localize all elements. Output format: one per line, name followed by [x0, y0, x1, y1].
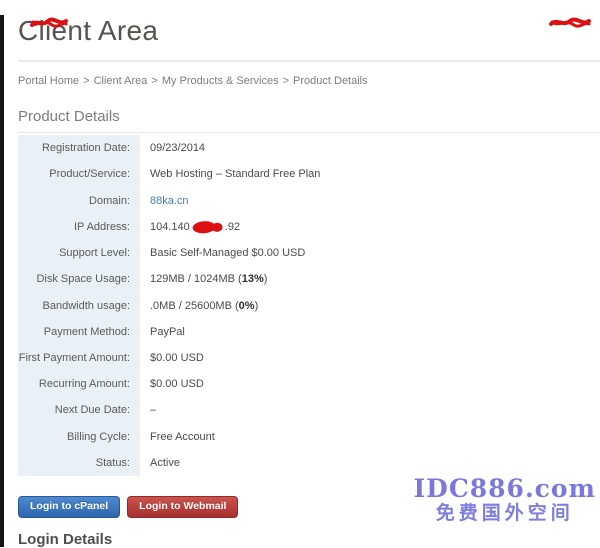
breadcrumb-separator: > [283, 75, 289, 87]
table-row-next-due-date: Next Due Date: – [18, 397, 420, 423]
disk-usage-percent: 13% [242, 273, 264, 285]
table-row-product-service: Product/Service: Web Hosting – Standard … [18, 161, 420, 187]
row-value: $0.00 USD [140, 345, 204, 371]
row-label: Disk Space Usage: [18, 266, 140, 292]
section-title-login-details: Login Details [18, 531, 600, 548]
row-value: $0.00 USD [140, 371, 204, 397]
row-label: First Payment Amount: [18, 345, 140, 371]
row-label: Payment Method: [18, 319, 140, 345]
row-value: Web Hosting – Standard Free Plan [140, 161, 320, 187]
login-webmail-button[interactable]: Login to Webmail [127, 496, 238, 518]
breadcrumb-separator: > [83, 75, 89, 87]
table-row-recurring-amount: Recurring Amount: $0.00 USD [18, 371, 420, 397]
row-label: IP Address: [18, 214, 140, 240]
row-value: PayPal [140, 319, 185, 345]
bandwidth-usage-text: .0MB / 25600MB ( [150, 300, 239, 312]
breadcrumb-product-details[interactable]: Product Details [293, 75, 368, 87]
disk-usage-text: 129MB / 1024MB ( [150, 273, 242, 285]
redaction-scribble-ip [191, 219, 223, 235]
row-label: Registration Date: [18, 135, 140, 161]
row-label: Next Due Date: [18, 397, 140, 423]
breadcrumb-separator: > [151, 75, 157, 87]
main-content: Client Area Portal Home>Client Area>My P… [0, 15, 600, 548]
ip-suffix: .92 [225, 221, 240, 233]
row-label: Product/Service: [18, 161, 140, 187]
header-divider [18, 60, 600, 62]
table-row-ip-address: IP Address: 104.140 .92 [18, 214, 420, 240]
row-value: 129MB / 1024MB (13%) [140, 266, 267, 292]
ip-prefix: 104.140 [150, 221, 190, 233]
row-label: Bandwidth usage: [18, 292, 140, 318]
table-row-disk-space: Disk Space Usage: 129MB / 1024MB (13%) [18, 266, 420, 292]
watermark: IDC886.com 免费国外空间 [413, 476, 596, 523]
redaction-scribble-top-right [549, 17, 591, 29]
page-title: Client Area [18, 15, 600, 47]
bandwidth-usage-close: ) [255, 300, 259, 312]
watermark-chinese-text: 免费国外空间 [413, 504, 596, 523]
row-label: Domain: [18, 187, 140, 213]
row-value: Basic Self-Managed $0.00 USD [140, 240, 305, 266]
row-value: – [140, 397, 156, 423]
row-label: Recurring Amount: [18, 371, 140, 397]
row-label: Status: [18, 450, 140, 476]
domain-link[interactable]: 88ka.cn [150, 195, 189, 207]
product-details-table: Registration Date: 09/23/2014 Product/Se… [18, 135, 420, 476]
breadcrumb-client-area[interactable]: Client Area [94, 75, 148, 87]
login-cpanel-button[interactable]: Login to cPanel [18, 496, 120, 518]
table-row-support-level: Support Level: Basic Self-Managed $0.00 … [18, 240, 420, 266]
disk-usage-close: ) [264, 273, 268, 285]
table-row-payment-method: Payment Method: PayPal [18, 319, 420, 345]
row-label: Support Level: [18, 240, 140, 266]
row-value: 104.140 .92 [140, 214, 240, 240]
row-value: 09/23/2014 [140, 135, 205, 161]
table-row-domain: Domain: 88ka.cn [18, 187, 420, 213]
table-row-first-payment: First Payment Amount: $0.00 USD [18, 345, 420, 371]
redaction-scribble-top-left [30, 17, 68, 29]
section-title-product-details: Product Details [18, 108, 600, 133]
status-value: Active [140, 450, 180, 476]
row-value: Free Account [140, 424, 215, 450]
table-row-status: Status: Active [18, 450, 420, 476]
watermark-site-name: IDC886.com [413, 476, 596, 501]
row-value: 88ka.cn [140, 187, 189, 213]
breadcrumb: Portal Home>Client Area>My Products & Se… [18, 75, 600, 87]
bandwidth-usage-percent: 0% [239, 300, 255, 312]
row-value: .0MB / 25600MB (0%) [140, 292, 258, 318]
table-row-bandwidth: Bandwidth usage: .0MB / 25600MB (0%) [18, 292, 420, 318]
screen-edge-bar [0, 15, 4, 547]
table-row-registration-date: Registration Date: 09/23/2014 [18, 135, 420, 161]
table-row-billing-cycle: Billing Cycle: Free Account [18, 424, 420, 450]
row-label: Billing Cycle: [18, 424, 140, 450]
breadcrumb-my-products[interactable]: My Products & Services [162, 75, 279, 87]
breadcrumb-portal-home[interactable]: Portal Home [18, 75, 79, 87]
